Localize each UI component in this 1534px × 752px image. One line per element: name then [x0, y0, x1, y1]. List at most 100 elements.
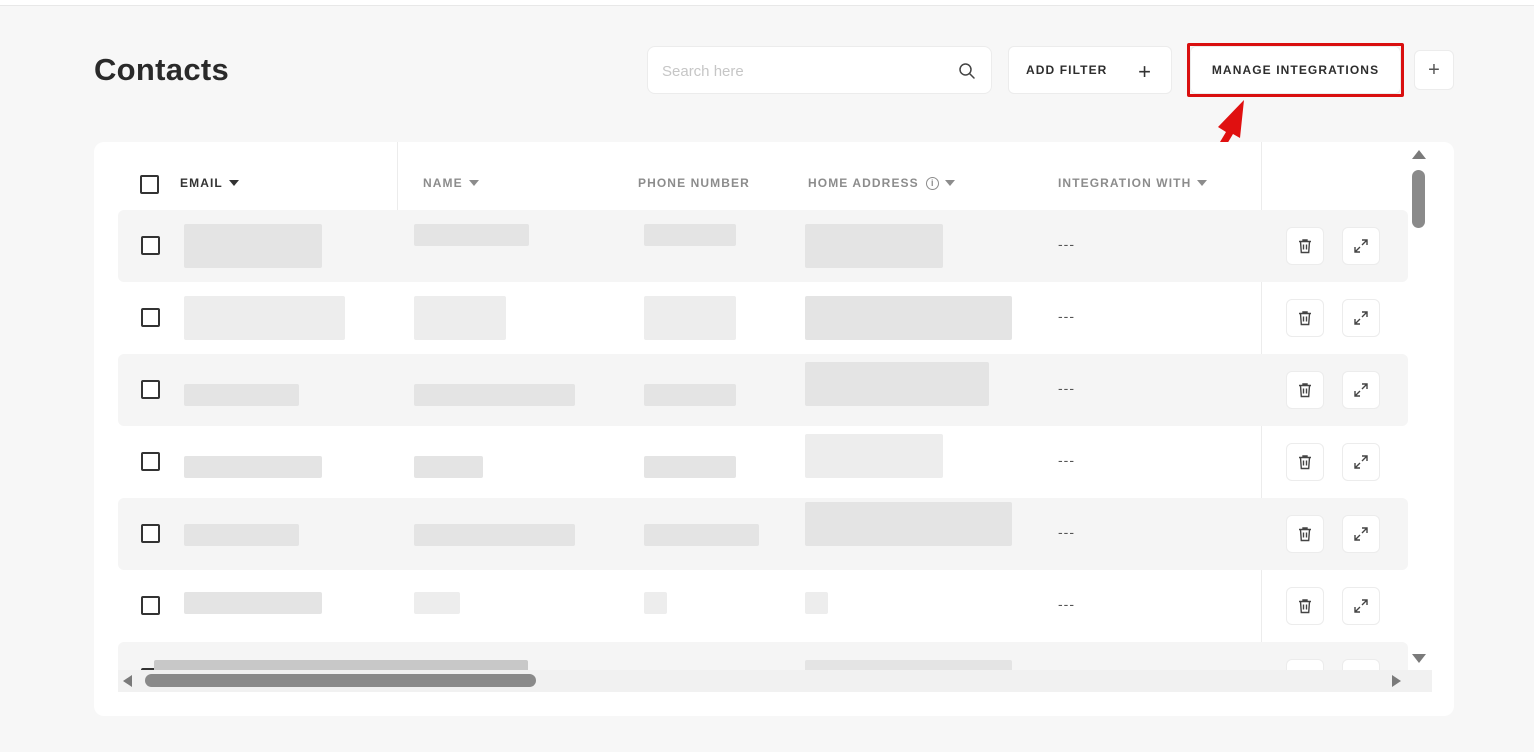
info-icon[interactable]: i	[925, 176, 939, 190]
redacted-name	[414, 456, 483, 478]
redacted-email	[184, 224, 322, 268]
redacted-address	[805, 434, 943, 478]
redacted-address	[805, 592, 828, 614]
sort-caret-icon	[1197, 180, 1208, 186]
redacted-phone	[644, 592, 667, 614]
table-header: EMAIL NAME PHONE NUMBER HOME ADDRESS i I…	[94, 142, 1394, 210]
search-box[interactable]	[647, 46, 992, 94]
expand-icon	[1354, 455, 1368, 469]
row-checkbox[interactable]	[141, 596, 160, 615]
delete-button[interactable]	[1286, 371, 1324, 409]
table-row[interactable]: ---	[118, 354, 1408, 426]
redacted-name	[414, 524, 575, 546]
table-row[interactable]: ---	[118, 426, 1408, 498]
row-checkbox[interactable]	[141, 236, 160, 255]
redacted-email	[184, 524, 299, 546]
integration-value: ---	[1058, 236, 1075, 252]
scroll-down-arrow-icon[interactable]	[1412, 654, 1426, 663]
redacted-name	[414, 384, 575, 406]
trash-icon	[1299, 455, 1311, 470]
column-header-label: HOME ADDRESS	[808, 176, 919, 190]
redacted-name	[414, 592, 460, 614]
row-checkbox[interactable]	[141, 380, 160, 399]
column-header-label: EMAIL	[180, 176, 223, 190]
redacted-name	[414, 296, 506, 340]
row-checkbox[interactable]	[141, 308, 160, 327]
vertical-scroll-thumb[interactable]	[1412, 170, 1425, 228]
select-all-checkbox[interactable]	[140, 175, 159, 194]
expand-icon	[1354, 383, 1368, 397]
redacted-email	[154, 660, 528, 670]
expand-button[interactable]	[1342, 371, 1380, 409]
column-header-email[interactable]: EMAIL	[180, 176, 239, 190]
integration-value: ---	[1058, 452, 1075, 468]
column-header-phone: PHONE NUMBER	[638, 176, 750, 190]
redacted-email	[184, 592, 322, 614]
redacted-name	[414, 224, 529, 246]
column-header-label: PHONE NUMBER	[638, 176, 750, 190]
expand-button[interactable]	[1342, 299, 1380, 337]
redacted-phone	[644, 524, 759, 546]
table-row[interactable]: ---	[118, 498, 1408, 570]
scroll-right-arrow-icon[interactable]	[1392, 675, 1401, 687]
page-title: Contacts	[94, 52, 230, 87]
top-bar	[0, 0, 1534, 6]
trash-icon	[1299, 527, 1311, 542]
column-header-home-address[interactable]: HOME ADDRESS i	[808, 176, 955, 190]
vertical-scrollbar[interactable]	[1404, 148, 1432, 670]
redacted-address	[805, 296, 1012, 340]
column-header-integration[interactable]: INTEGRATION WITH	[1058, 176, 1208, 190]
add-contact-button[interactable]: +	[1414, 50, 1454, 90]
row-checkbox[interactable]	[141, 452, 160, 471]
expand-button[interactable]	[1342, 515, 1380, 553]
add-filter-button[interactable]: ADD FILTER +	[1008, 46, 1172, 94]
sort-caret-icon	[228, 180, 239, 186]
plus-icon: +	[1428, 58, 1440, 81]
integration-value: ---	[1058, 308, 1075, 324]
scroll-up-arrow-icon[interactable]	[1412, 150, 1426, 159]
delete-button[interactable]	[1286, 299, 1324, 337]
delete-button[interactable]	[1286, 587, 1324, 625]
redacted-phone	[644, 456, 736, 478]
add-filter-label: ADD FILTER	[1026, 63, 1108, 77]
table-row[interactable]: ---	[118, 282, 1408, 354]
redacted-email	[184, 456, 322, 478]
redacted-email	[184, 384, 299, 406]
row-checkbox[interactable]	[141, 524, 160, 543]
trash-icon	[1299, 383, 1311, 398]
expand-button[interactable]	[1342, 227, 1380, 265]
redacted-address	[805, 660, 1012, 670]
sort-caret-icon	[944, 180, 955, 186]
column-header-label: INTEGRATION WITH	[1058, 176, 1192, 190]
search-icon[interactable]	[958, 62, 976, 80]
table-row[interactable]: ---	[118, 570, 1408, 642]
delete-button[interactable]	[1286, 227, 1324, 265]
delete-button[interactable]	[1286, 659, 1324, 670]
table-row[interactable]: ---	[118, 210, 1408, 282]
horizontal-scrollbar[interactable]	[118, 670, 1432, 692]
delete-button[interactable]	[1286, 515, 1324, 553]
expand-button[interactable]	[1342, 587, 1380, 625]
scroll-left-arrow-icon[interactable]	[123, 675, 132, 687]
column-header-name[interactable]: NAME	[423, 176, 479, 190]
expand-icon	[1354, 311, 1368, 325]
delete-button[interactable]	[1286, 443, 1324, 481]
table-body: --- --- --- --- --- ---	[118, 210, 1408, 670]
search-input[interactable]	[662, 59, 942, 83]
trash-icon	[1299, 239, 1311, 254]
contacts-table-card: EMAIL NAME PHONE NUMBER HOME ADDRESS i I…	[94, 142, 1454, 716]
redacted-address	[805, 362, 989, 406]
redacted-phone	[644, 224, 736, 246]
redacted-phone	[644, 296, 736, 340]
expand-icon	[1354, 239, 1368, 253]
annotation-highlight-box	[1187, 43, 1404, 97]
trash-icon	[1299, 599, 1311, 614]
expand-button[interactable]	[1342, 443, 1380, 481]
horizontal-scroll-thumb[interactable]	[145, 674, 536, 687]
expand-icon	[1354, 599, 1368, 613]
expand-button[interactable]	[1342, 659, 1380, 670]
table-row[interactable]	[118, 642, 1408, 670]
integration-value: ---	[1058, 380, 1075, 396]
redacted-address	[805, 224, 943, 268]
column-header-label: NAME	[423, 176, 463, 190]
